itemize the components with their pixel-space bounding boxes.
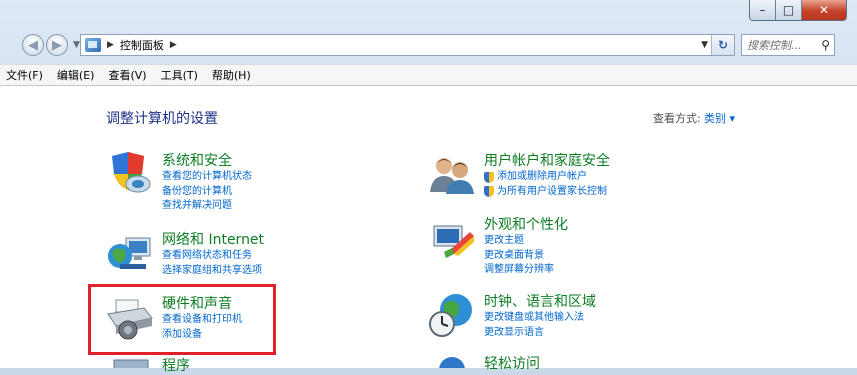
view-by-label: 查看方式: bbox=[653, 112, 701, 125]
category-ease-of-access: 轻松访问 bbox=[484, 356, 540, 373]
shield-computer-icon[interactable] bbox=[108, 152, 152, 194]
category-user-accounts: 用户帐户和家庭安全 添加或删除用户帐户 为所有用户设置家长控制 bbox=[484, 153, 610, 199]
search-input[interactable]: 搜索控制... ⚲ bbox=[741, 34, 835, 56]
category-link[interactable]: 为所有用户设置家长控制 bbox=[484, 185, 610, 200]
users-icon[interactable] bbox=[430, 154, 474, 194]
category-link-label: 为所有用户设置家长控制 bbox=[497, 185, 607, 197]
category-clock-language-region: 时钟、语言和区域 更改键盘或其他输入法 更改显示语言 bbox=[484, 294, 596, 340]
category-link-label: 添加或删除用户帐户 bbox=[497, 171, 587, 182]
category-title[interactable]: 时钟、语言和区域 bbox=[484, 294, 596, 311]
uac-shield-icon bbox=[484, 186, 494, 198]
category-link[interactable]: 更改桌面背景 bbox=[484, 249, 568, 264]
category-title[interactable]: 系统和安全 bbox=[162, 153, 252, 170]
window-frame: – □ ✕ ◀ ▶ ▼ ▶ 控制面板 ▶ ▼ ↻ 搜索控制... ⚲ 文件(F)… bbox=[0, 0, 857, 374]
category-link[interactable]: 选择家庭组和共享选项 bbox=[162, 264, 264, 279]
address-dropdown-icon[interactable]: ▼ bbox=[701, 40, 708, 50]
category-system-security: 系统和安全 查看您的计算机状态 备份您的计算机 查找并解决问题 bbox=[162, 153, 252, 214]
breadcrumb-control-panel[interactable]: 控制面板 bbox=[120, 37, 164, 53]
category-link[interactable]: 更改显示语言 bbox=[484, 326, 596, 341]
refresh-icon[interactable]: ↻ bbox=[711, 35, 734, 55]
recent-pages-dropdown-icon[interactable]: ▼ bbox=[73, 40, 80, 50]
chevron-right-icon[interactable]: ▶ bbox=[170, 40, 177, 50]
uac-shield-icon bbox=[484, 171, 494, 183]
category-title[interactable]: 轻松访问 bbox=[484, 356, 540, 373]
category-link[interactable]: 查看网络状态和任务 bbox=[162, 249, 264, 264]
address-bar[interactable]: ▶ 控制面板 ▶ ▼ ↻ bbox=[80, 34, 735, 56]
back-arrow-icon[interactable]: ◀ bbox=[22, 34, 44, 56]
caption-buttons: – □ ✕ bbox=[749, 0, 847, 21]
menu-help[interactable]: 帮助(H) bbox=[212, 67, 251, 83]
category-link[interactable]: 查找并解决问题 bbox=[162, 199, 252, 214]
view-by-dropdown[interactable]: 类别 ▾ bbox=[704, 110, 735, 126]
menu-edit[interactable]: 编辑(E) bbox=[57, 67, 95, 83]
category-link[interactable]: 更改主题 bbox=[484, 234, 568, 249]
category-link[interactable]: 更改键盘或其他输入法 bbox=[484, 311, 596, 326]
clock-globe-icon[interactable] bbox=[428, 292, 476, 338]
category-link[interactable]: 调整屏幕分辨率 bbox=[484, 263, 568, 278]
network-globe-icon[interactable] bbox=[106, 234, 154, 274]
category-link[interactable]: 备份您的计算机 bbox=[162, 185, 252, 200]
maximize-button[interactable]: □ bbox=[776, 0, 802, 20]
category-title[interactable]: 外观和个性化 bbox=[484, 217, 568, 234]
close-button[interactable]: ✕ bbox=[802, 0, 846, 20]
category-title[interactable]: 用户帐户和家庭安全 bbox=[484, 153, 610, 170]
control-panel-content: 调整计算机的设置 查看方式: 类别 ▾ 系统和安全 查看您的计算机状态 备份您的… bbox=[0, 86, 857, 374]
chevron-right-icon[interactable]: ▶ bbox=[107, 40, 114, 50]
category-link[interactable]: 添加或删除用户帐户 bbox=[484, 170, 610, 185]
category-network-internet: 网络和 Internet 查看网络状态和任务 选择家庭组和共享选项 bbox=[162, 232, 264, 278]
ease-of-access-icon[interactable] bbox=[438, 356, 466, 368]
search-icon[interactable]: ⚲ bbox=[821, 38, 830, 52]
minimize-button[interactable]: – bbox=[750, 0, 776, 20]
menu-view[interactable]: 查看(V) bbox=[108, 67, 146, 83]
programs-icon[interactable] bbox=[112, 358, 152, 368]
category-programs: 程序 bbox=[162, 358, 190, 375]
control-panel-icon bbox=[85, 38, 101, 52]
menu-file[interactable]: 文件(F) bbox=[6, 67, 43, 83]
category-title[interactable]: 程序 bbox=[162, 358, 190, 375]
category-link[interactable]: 查看您的计算机状态 bbox=[162, 170, 252, 185]
search-placeholder: 搜索控制... bbox=[747, 39, 802, 52]
appearance-icon[interactable] bbox=[430, 222, 474, 262]
menu-tools[interactable]: 工具(T) bbox=[161, 67, 198, 83]
annotation-highlight-box bbox=[88, 284, 276, 355]
menu-bar: 文件(F) 编辑(E) 查看(V) 工具(T) 帮助(H) bbox=[0, 64, 857, 86]
forward-arrow-icon[interactable]: ▶ bbox=[46, 34, 68, 56]
page-title: 调整计算机的设置 bbox=[106, 111, 218, 127]
navigation-buttons: ◀ ▶ ▼ bbox=[22, 34, 83, 56]
category-appearance: 外观和个性化 更改主题 更改桌面背景 调整屏幕分辨率 bbox=[484, 217, 568, 278]
category-title[interactable]: 网络和 Internet bbox=[162, 232, 264, 249]
